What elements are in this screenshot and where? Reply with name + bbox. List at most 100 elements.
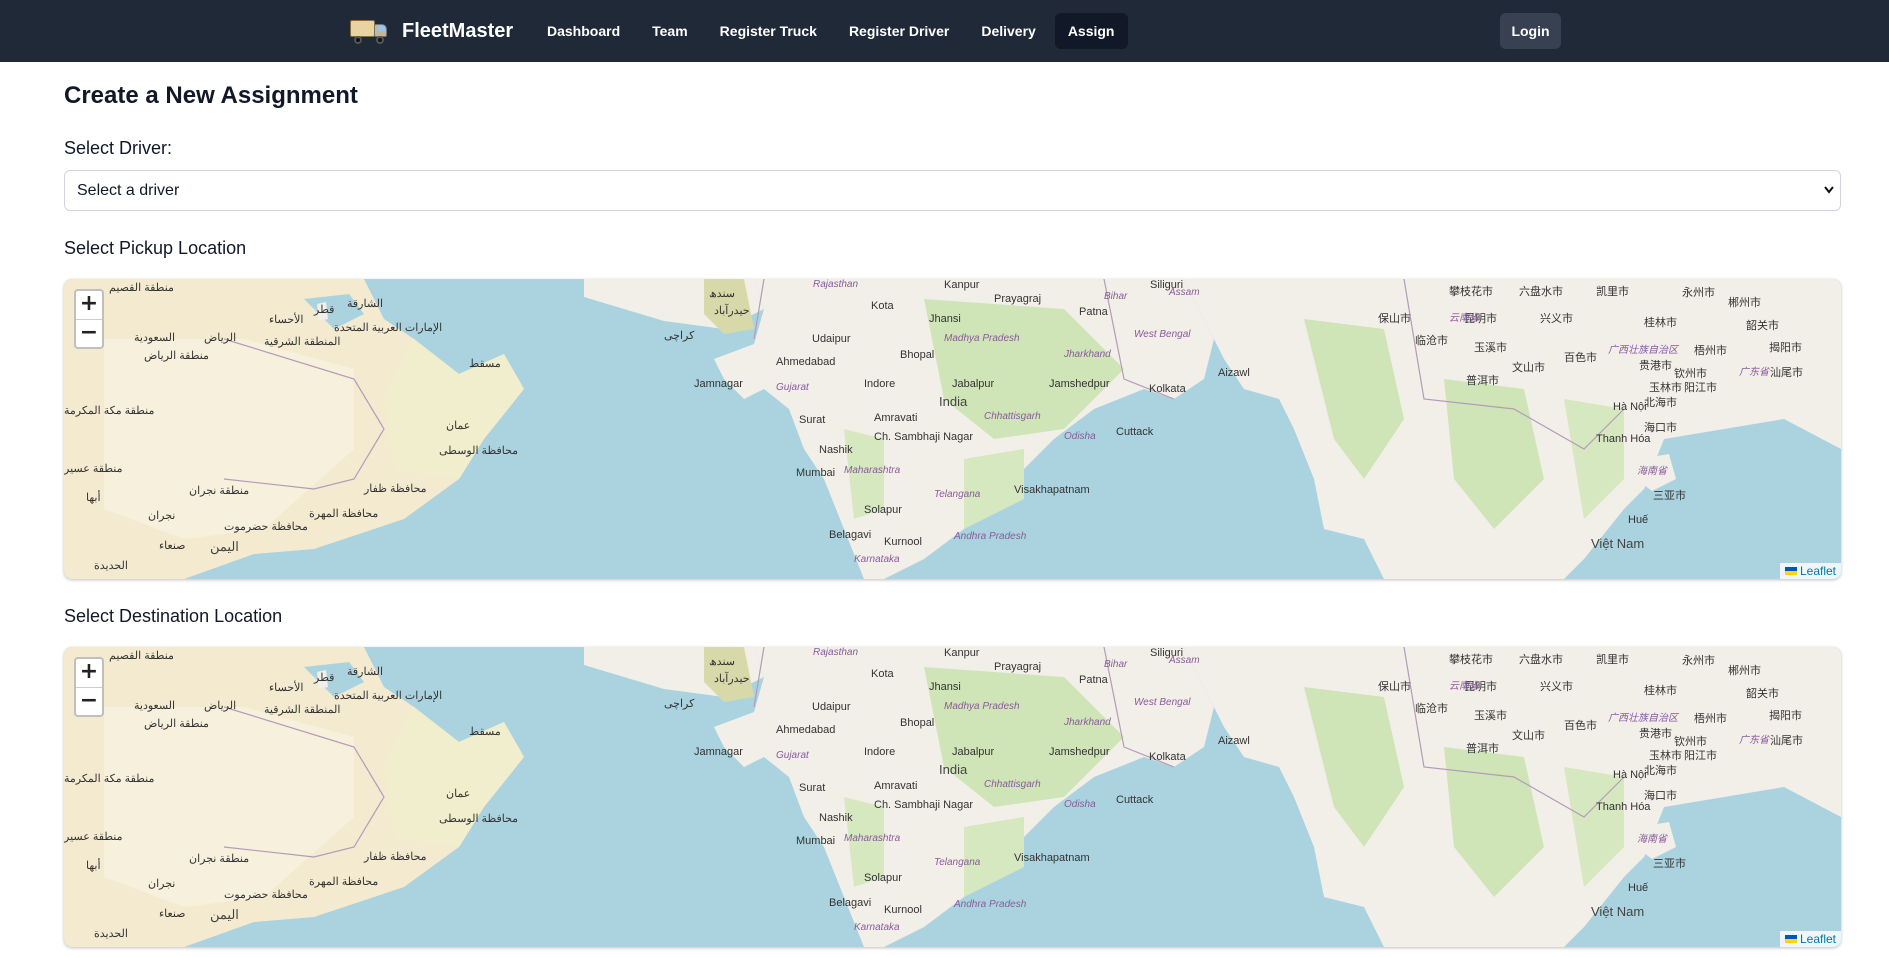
map-place-label: 钦州市 bbox=[1674, 736, 1707, 748]
map-place-label: 兴义市 bbox=[1540, 681, 1573, 693]
map-place-label: 梧州市 bbox=[1694, 713, 1727, 725]
map-place-label: Visakhapatnam bbox=[1014, 484, 1090, 496]
ukraine-flag-icon bbox=[1784, 567, 1797, 575]
map-place-label: منطقة عسير bbox=[64, 831, 123, 843]
nav-link-register-truck[interactable]: Register Truck bbox=[707, 13, 830, 49]
map-place-label: قطر bbox=[314, 672, 335, 684]
map-place-label: الحديدة bbox=[94, 928, 128, 940]
leaflet-link[interactable]: Leaflet bbox=[1800, 564, 1836, 578]
map-place-label: Rajasthan bbox=[813, 279, 859, 290]
zoom-out-button[interactable]: − bbox=[76, 319, 102, 347]
map-place-label: الإمارات العربية المتحدة bbox=[334, 690, 443, 702]
map-place-label: 广西壮族自治区 bbox=[1608, 345, 1678, 356]
map-place-label: Bhopal bbox=[900, 717, 935, 729]
map-place-label: Karnataka bbox=[854, 922, 900, 933]
map-place-label: Maharashtra bbox=[844, 833, 901, 844]
map-place-label: 钦州市 bbox=[1674, 368, 1707, 380]
nav-link-dashboard[interactable]: Dashboard bbox=[534, 13, 633, 49]
map-place-label: 普洱市 bbox=[1466, 743, 1499, 755]
map-place-label: أبها bbox=[86, 492, 101, 504]
map-place-label: 百色市 bbox=[1564, 720, 1597, 732]
map-place-label: 文山市 bbox=[1512, 362, 1545, 374]
map-place-label: India bbox=[939, 762, 968, 777]
map-place-label: Chhattisgarh bbox=[984, 411, 1041, 422]
map-place-label: Surat bbox=[799, 782, 826, 794]
map-place-label: المنطقة الشرقية bbox=[264, 336, 341, 348]
map-place-label: Jharkhand bbox=[1064, 717, 1111, 728]
map-place-label: Jamshedpur bbox=[1049, 746, 1110, 758]
destination-map[interactable]: + − Leaflet Kanpur Prayagraj Siliguri Kota Jhan… bbox=[64, 647, 1841, 947]
map-place-label: Mumbai bbox=[796, 835, 836, 847]
zoom-in-button[interactable]: + bbox=[76, 659, 102, 687]
map-place-label: Belagavi bbox=[829, 529, 872, 541]
driver-select[interactable]: Select a driver bbox=[64, 170, 1841, 211]
map-place-label: Amravati bbox=[874, 412, 918, 424]
zoom-out-button[interactable]: − bbox=[76, 687, 102, 715]
map-place-label: Kanpur bbox=[944, 647, 980, 659]
map-place-label: 贵港市 bbox=[1639, 728, 1672, 740]
map-place-label: Kolkata bbox=[1149, 751, 1186, 763]
map-place-label: Solapur bbox=[864, 504, 902, 516]
map-place-label: Karnataka bbox=[854, 554, 900, 565]
map-place-label: Patna bbox=[1079, 674, 1108, 686]
map-place-label: Jharkhand bbox=[1064, 349, 1111, 360]
map-place-label: مسقط bbox=[469, 726, 501, 738]
map-place-label: 广西壮族自治区 bbox=[1608, 713, 1678, 724]
map-place-label: 云南省 bbox=[1449, 313, 1479, 324]
map-place-label: Madhya Pradesh bbox=[944, 333, 1020, 344]
driver-select-value: Select a driver bbox=[77, 182, 180, 199]
map-place-label: Jabalpur bbox=[952, 746, 995, 758]
map-place-label: Surat bbox=[799, 414, 826, 426]
map-place-label: Odisha bbox=[1064, 431, 1096, 442]
map-place-label: Kota bbox=[871, 668, 894, 680]
map-place-label: 郴州市 bbox=[1728, 297, 1761, 309]
map-place-label: كراچی bbox=[664, 698, 695, 710]
map-place-label: 文山市 bbox=[1512, 730, 1545, 742]
nav-link-assign[interactable]: Assign bbox=[1054, 13, 1128, 49]
map-place-label: منطقة مكة المكرمة bbox=[64, 773, 155, 785]
map-place-label: 永州市 bbox=[1682, 655, 1715, 667]
map-place-label: 梧州市 bbox=[1694, 345, 1727, 357]
map-attribution[interactable]: Leaflet bbox=[1779, 563, 1841, 579]
leaflet-link[interactable]: Leaflet bbox=[1800, 932, 1836, 946]
destination-label: Select Destination Location bbox=[64, 606, 283, 626]
brand[interactable]: FleetMaster bbox=[350, 15, 513, 47]
map-place-label: Maharashtra bbox=[844, 465, 901, 476]
map-place-label: 北海市 bbox=[1644, 397, 1677, 409]
pickup-map[interactable]: + − Leaflet Kanpur Prayagraj Siliguri Kota Jhan… bbox=[64, 279, 1841, 579]
nav-link-delivery[interactable]: Delivery bbox=[968, 13, 1048, 49]
map-place-label: Gujarat bbox=[776, 382, 809, 393]
zoom-in-button[interactable]: + bbox=[76, 291, 102, 319]
nav-link-team[interactable]: Team bbox=[639, 13, 701, 49]
map-place-label: Chhattisgarh bbox=[984, 779, 1041, 790]
map-place-label: Hà Nội bbox=[1613, 769, 1647, 781]
map-place-label: Udaipur bbox=[812, 701, 851, 713]
map-place-label: محافظة الوسطى bbox=[439, 813, 519, 825]
map-place-label: محافظة حضرموت bbox=[224, 889, 308, 901]
map-place-label: Kurnool bbox=[884, 536, 922, 548]
map-place-label: محافظة المهرة bbox=[309, 876, 379, 888]
map-place-label: 攀枝花市 bbox=[1449, 286, 1493, 298]
nav-link-register-driver[interactable]: Register Driver bbox=[836, 13, 962, 49]
ukraine-flag-icon bbox=[1784, 935, 1797, 943]
map-place-label: Ch. Sambhaji Nagar bbox=[874, 431, 974, 443]
map-place-label: 玉溪市 bbox=[1474, 710, 1507, 722]
map-place-label: صنعاء bbox=[159, 908, 186, 920]
map-place-label: Bihar bbox=[1104, 659, 1128, 670]
login-button[interactable]: Login bbox=[1500, 13, 1561, 49]
map-attribution[interactable]: Leaflet bbox=[1779, 931, 1841, 947]
map-place-label: Kolkata bbox=[1149, 383, 1186, 395]
map-place-label: Mumbai bbox=[796, 467, 836, 479]
map-place-label: Ahmedabad bbox=[776, 356, 836, 368]
map-place-label: 桂林市 bbox=[1644, 685, 1677, 697]
map-place-label: الرياض bbox=[204, 332, 237, 344]
map-place-label: محافظة حضرموت bbox=[224, 521, 308, 533]
map-place-label: 凯里市 bbox=[1596, 286, 1629, 298]
map-place-label: 郴州市 bbox=[1728, 665, 1761, 677]
map-place-label: الحديدة bbox=[94, 560, 128, 572]
map-place-label: Telangana bbox=[934, 489, 981, 500]
map-place-label: الإمارات العربية المتحدة bbox=[334, 322, 443, 334]
map-place-label: Hà Nội bbox=[1613, 401, 1647, 413]
map-place-label: صنعاء bbox=[159, 540, 186, 552]
map-place-label: اليمن bbox=[210, 539, 239, 554]
